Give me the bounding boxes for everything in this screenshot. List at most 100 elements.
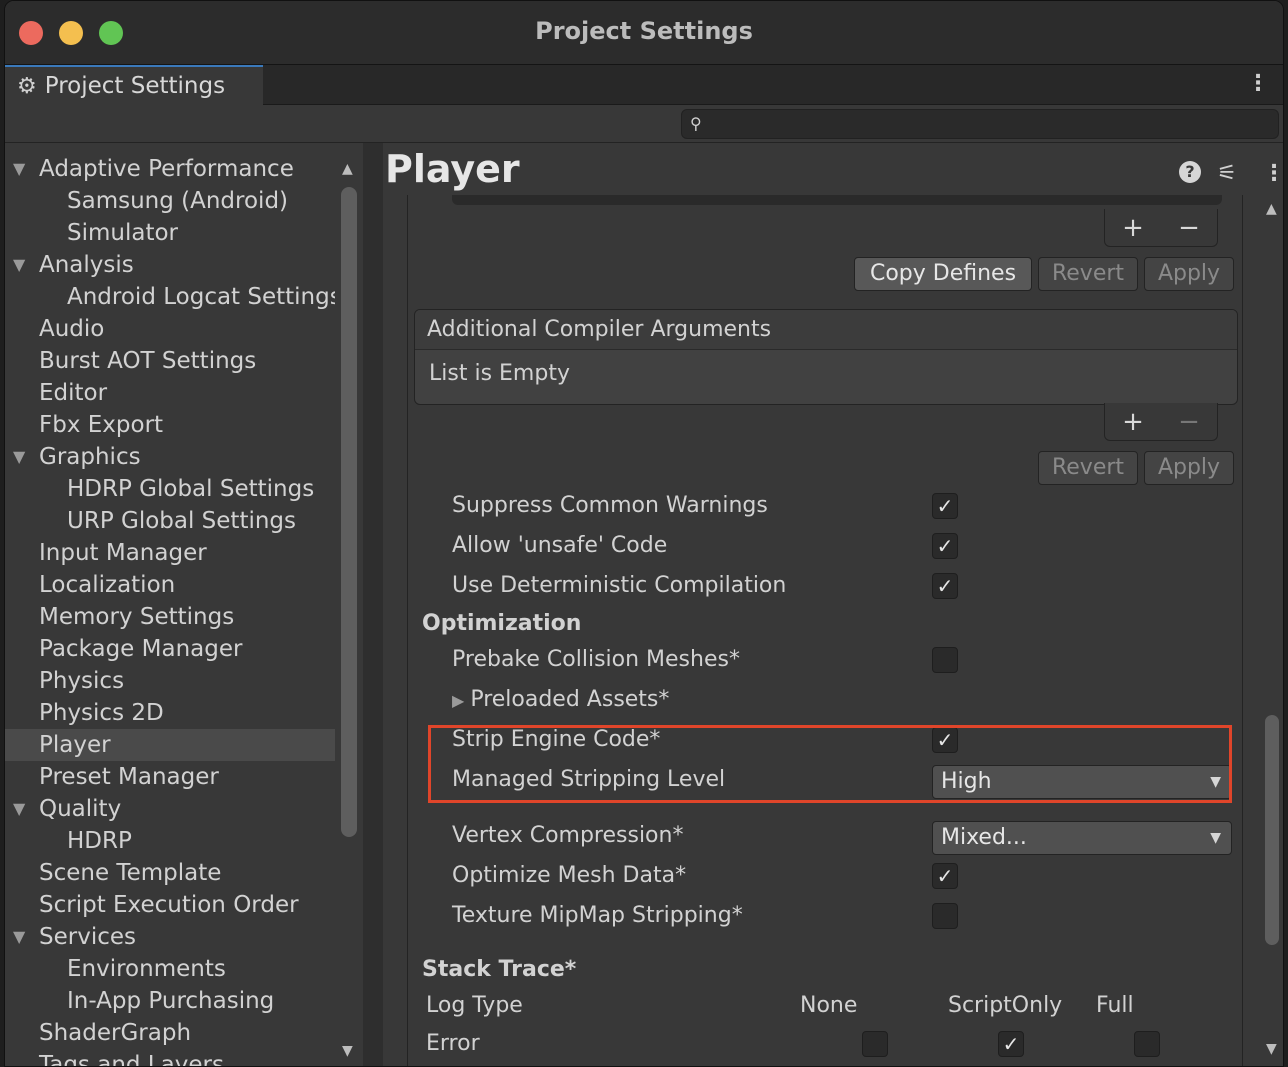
search-field[interactable]: ⚲ [681, 109, 1279, 139]
allow-unsafe-row: Allow 'unsafe' Code ✓ [408, 529, 1244, 565]
sidebar-item-shadergraph[interactable]: ShaderGraph [5, 1017, 335, 1049]
tab-more-options-icon[interactable]: ⋮ [1247, 73, 1269, 95]
compiler-args-revert-button[interactable]: Revert [1038, 451, 1138, 485]
sidebar-item-label: Audio [39, 316, 105, 342]
sidebar-item-hdrp-global-settings[interactable]: HDRP Global Settings [5, 473, 335, 505]
defines-apply-button[interactable]: Apply [1144, 257, 1234, 291]
compiler-args-add-remove: + − [1104, 403, 1218, 441]
expand-arrow-icon[interactable]: ▼ [13, 249, 25, 281]
help-icon[interactable]: ? [1179, 161, 1201, 183]
sidebar-item-label: Preset Manager [39, 764, 219, 790]
tab-bar: ⚙ Project Settings ⋮ [5, 65, 1283, 105]
error-row-label: Error [426, 1031, 480, 1056]
sidebar-item-localization[interactable]: Localization [5, 569, 335, 601]
sidebar-item-environments[interactable]: Environments [5, 953, 335, 985]
error-none-checkbox[interactable] [862, 1031, 888, 1057]
sidebar-item-samsung-android[interactable]: Samsung (Android) [5, 185, 335, 217]
sidebar-item-hdrp[interactable]: HDRP [5, 825, 335, 857]
error-full-checkbox[interactable] [1134, 1031, 1160, 1057]
sidebar-item-quality[interactable]: ▼ Quality [5, 793, 335, 825]
search-input[interactable] [712, 112, 1272, 136]
sidebar-item-physics-2d[interactable]: Physics 2D [5, 697, 335, 729]
sidebar-item-label: Script Execution Order [39, 892, 299, 918]
add-compiler-arg-button[interactable]: + [1122, 407, 1144, 437]
sidebar-item-physics[interactable]: Physics [5, 665, 335, 697]
sidebar-item-urp-global-settings[interactable]: URP Global Settings [5, 505, 335, 537]
remove-define-button[interactable]: − [1178, 213, 1200, 243]
panel-more-options-icon[interactable]: ⋮ [1263, 161, 1283, 186]
project-settings-window: Project Settings ⚙ Project Settings ⋮ ⚲ … [4, 0, 1284, 1067]
preloaded-assets-row[interactable]: ▶ Preloaded Assets* [408, 683, 1244, 719]
scroll-down-icon[interactable]: ▼ [1266, 1041, 1277, 1057]
chevron-down-icon: ▼ [1210, 830, 1221, 846]
expand-arrow-icon[interactable]: ▼ [13, 793, 25, 825]
sidebar-item-services[interactable]: ▼ Services [5, 921, 335, 953]
scroll-up-icon[interactable]: ▲ [342, 161, 353, 177]
gear-icon: ⚙ [17, 73, 37, 99]
sidebar-item-in-app-purchasing[interactable]: In-App Purchasing [5, 985, 335, 1017]
mipmap-stripping-label: Texture MipMap Stripping* [452, 903, 743, 928]
sidebar-item-scene-template[interactable]: Scene Template [5, 857, 335, 889]
sidebar-item-graphics[interactable]: ▼ Graphics [5, 441, 335, 473]
sidebar-item-preset-manager[interactable]: Preset Manager [5, 761, 335, 793]
title-bar: Project Settings [5, 1, 1283, 65]
mipmap-stripping-row: Texture MipMap Stripping* [408, 899, 1244, 935]
deterministic-checkbox[interactable]: ✓ [932, 573, 958, 599]
compiler-args-apply-button[interactable]: Apply [1144, 451, 1234, 485]
scroll-up-icon[interactable]: ▲ [1266, 201, 1277, 217]
sidebar-item-memory-settings[interactable]: Memory Settings [5, 601, 335, 633]
error-scriptonly-checkbox[interactable]: ✓ [998, 1031, 1024, 1057]
sidebar-item-tags-and-layers[interactable]: Tags and Layers [5, 1049, 335, 1067]
sidebar-item-fbx-export[interactable]: Fbx Export [5, 409, 335, 441]
sidebar-item-burst-aot-settings[interactable]: Burst AOT Settings [5, 345, 335, 377]
sidebar-item-android-logcat-settings[interactable]: Android Logcat Settings [5, 281, 335, 313]
full-column-header: Full [1096, 993, 1134, 1018]
vertex-compression-row: Vertex Compression* Mixed... ▼ [408, 819, 1244, 855]
remove-compiler-arg-button[interactable]: − [1178, 407, 1200, 437]
splitter[interactable] [363, 143, 383, 1066]
sidebar-item-player[interactable]: Player [5, 729, 335, 761]
tab-project-settings[interactable]: ⚙ Project Settings [5, 65, 263, 105]
expand-arrow-icon[interactable]: ▼ [13, 153, 25, 185]
deterministic-label: Use Deterministic Compilation [452, 573, 787, 598]
sidebar-item-label: Simulator [67, 220, 179, 246]
vertex-compression-dropdown[interactable]: Mixed... ▼ [932, 821, 1232, 855]
sidebar-item-label: Physics 2D [39, 700, 164, 726]
copy-defines-button[interactable]: Copy Defines [854, 257, 1032, 291]
sidebar-item-audio[interactable]: Audio [5, 313, 335, 345]
sidebar-item-simulator[interactable]: Simulator [5, 217, 335, 249]
tab-label: Project Settings [44, 73, 226, 99]
defines-revert-button[interactable]: Revert [1038, 257, 1138, 291]
sidebar-item-script-execution-order[interactable]: Script Execution Order [5, 889, 335, 921]
expand-arrow-icon[interactable]: ▼ [13, 441, 25, 473]
panel-scrollbar[interactable]: ▲ ▼ [1261, 195, 1283, 1065]
optimize-mesh-row: Optimize Mesh Data* ✓ [408, 859, 1244, 895]
preloaded-assets-foldout[interactable]: ▶ Preloaded Assets* [452, 687, 669, 712]
sidebar-item-adaptive-performance[interactable]: ▼ Adaptive Performance [5, 153, 335, 185]
player-settings-panel: Player ? ⚟ ⋮ + − Copy Defines Revert App… [383, 143, 1283, 1066]
sidebar-scroll-thumb[interactable] [341, 187, 357, 837]
window-title: Project Settings [535, 17, 753, 45]
preset-settings-icon[interactable]: ⚟ [1217, 161, 1237, 186]
sidebar-item-input-manager[interactable]: Input Manager [5, 537, 335, 569]
scroll-down-icon[interactable]: ▼ [342, 1043, 353, 1059]
sidebar-item-label: Adaptive Performance [39, 156, 294, 182]
vertex-compression-label: Vertex Compression* [452, 823, 684, 848]
sidebar-item-label: Tags and Layers [39, 1052, 224, 1067]
sidebar-scrollbar[interactable]: ▲ ▼ [335, 143, 363, 1066]
mipmap-stripping-checkbox[interactable] [932, 903, 958, 929]
panel-scroll-thumb[interactable] [1265, 715, 1279, 945]
allow-unsafe-checkbox[interactable]: ✓ [932, 533, 958, 559]
sidebar-item-label: Package Manager [39, 636, 243, 662]
suppress-warnings-checkbox[interactable]: ✓ [932, 493, 958, 519]
sidebar-item-editor[interactable]: Editor [5, 377, 335, 409]
vertex-compression-value: Mixed... [941, 825, 1027, 850]
prebake-checkbox[interactable] [932, 647, 958, 673]
sidebar-item-analysis[interactable]: ▼ Analysis [5, 249, 335, 281]
sidebar-item-label: Quality [39, 796, 122, 822]
optimize-mesh-checkbox[interactable]: ✓ [932, 863, 958, 889]
expand-arrow-icon[interactable]: ▼ [13, 921, 25, 953]
foldout-arrow-icon: ▶ [452, 691, 465, 710]
sidebar-item-package-manager[interactable]: Package Manager [5, 633, 335, 665]
add-define-button[interactable]: + [1122, 213, 1144, 243]
